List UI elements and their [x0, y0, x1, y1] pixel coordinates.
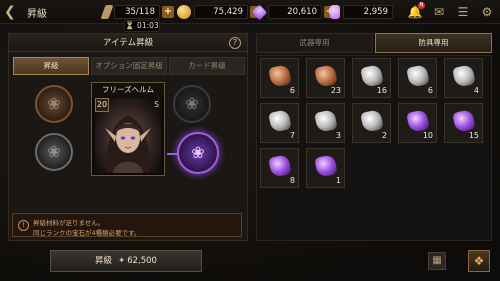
timer-value: 01:03 [137, 21, 159, 30]
gem-resource: 20,610 + [251, 4, 336, 20]
back-arrow-icon[interactable]: ❮ [4, 4, 22, 20]
help-icon[interactable]: ? [229, 37, 241, 49]
gem-value: 20,610 [268, 5, 322, 19]
top-icons: 🔔 N ✉ ☰ ⚙ [406, 2, 496, 21]
material-slot-3[interactable]: ❀ [173, 85, 211, 123]
tab-weapon-only[interactable]: 武器専用 [256, 33, 373, 53]
material-item[interactable]: 7 [260, 103, 299, 143]
material-slot-1[interactable]: ❀ [35, 85, 73, 123]
upgrade-screen: ❮ 昇級 35/118 + 75,429 + 20,610 + 2,959 🔔N… [0, 0, 500, 281]
material-slot-2[interactable]: ❀ [35, 133, 73, 171]
timer: ⏳ 01:03 [124, 20, 160, 32]
item-quantity: 3 [335, 131, 341, 140]
tab-card-upgrade[interactable]: カード昇級 [169, 57, 245, 75]
upgrade-tabs: 昇級 オプション固定昇級 カード昇級 [13, 57, 245, 75]
notice-line-1: 昇級材料が足りません。 [33, 219, 105, 227]
item-quantity: 6 [427, 86, 433, 95]
silver-gem-icon [268, 109, 292, 133]
hero-level: 20 [95, 98, 109, 112]
item-quantity: 4 [473, 86, 479, 95]
material-item[interactable]: 8 [260, 148, 299, 188]
gold-resource: 75,429 + [177, 4, 262, 20]
silver-gem-icon [452, 64, 476, 88]
item-quantity: 2 [381, 131, 387, 140]
page-title: 昇級 [27, 9, 47, 20]
silver-coin-icon: ✦ [118, 256, 126, 266]
item-quantity: 16 [376, 86, 387, 95]
inventory-bag-button[interactable]: ❖ [468, 250, 490, 272]
material-item[interactable]: 1 [306, 148, 345, 188]
material-type-tabs: 武器専用 防具専用 [256, 33, 492, 53]
mail-icon[interactable]: ✉ [430, 3, 448, 21]
gold-coin-icon [177, 5, 191, 19]
notification-badge: N [418, 2, 425, 9]
material-item[interactable]: 15 [444, 103, 483, 143]
purple-gem-icon [452, 109, 476, 133]
purple-gem-icon [314, 154, 338, 178]
item-quantity: 1 [335, 176, 341, 185]
silver-gem-icon [406, 64, 430, 88]
material-item[interactable]: 4 [444, 58, 483, 98]
purple-rune-icon: ❀ [191, 143, 205, 162]
silver-gem-icon [314, 109, 338, 133]
hero-grade: S [154, 100, 159, 109]
upgrade-cost: 62,500 [127, 256, 157, 266]
crystal-value: 2,959 [343, 5, 393, 19]
silver-gem-icon [360, 64, 384, 88]
upgrade-button[interactable]: 昇級 ✦ 62,500 [50, 250, 202, 272]
add-stamina-button[interactable]: + [162, 6, 174, 18]
panel-title: アイテム昇級 [9, 34, 247, 52]
gem-icon [251, 4, 268, 20]
rune-icon: ❀ [47, 142, 61, 161]
item-quantity: 23 [330, 86, 341, 95]
warning-icon: ! [18, 220, 29, 231]
purple-gem-icon [268, 154, 292, 178]
material-item[interactable]: 6 [260, 58, 299, 98]
tab-upgrade[interactable]: 昇級 [13, 57, 89, 75]
material-item[interactable]: 16 [352, 58, 391, 98]
hero-name: フリーズヘルム [92, 83, 164, 97]
upgrade-panel: アイテム昇級 ? 昇級 オプション固定昇級 カード昇級 ❀ ❀ ❀ ❀ フリーズ… [8, 33, 248, 241]
top-bar: ❮ 昇級 35/118 + 75,429 + 20,610 + 2,959 🔔N… [0, 0, 500, 24]
item-quantity: 10 [422, 131, 433, 140]
rune-icon: ❀ [47, 94, 61, 113]
arrow-indicator [167, 153, 177, 155]
result-slot[interactable]: ❀ [177, 132, 219, 174]
hero-card[interactable]: フリーズヘルム 20 S [91, 82, 165, 176]
item-quantity: 15 [468, 131, 479, 140]
rune-icon: ❀ [185, 94, 199, 113]
crystal-icon [330, 5, 340, 19]
notice-line-2: 同じランクの宝石が4種類必要です。 [33, 229, 141, 237]
gold-value: 75,429 [194, 5, 248, 19]
material-item[interactable]: 23 [306, 58, 345, 98]
tab-armor-only[interactable]: 防具専用 [375, 33, 492, 53]
material-item[interactable]: 10 [398, 103, 437, 143]
bell-icon[interactable]: 🔔 N [406, 2, 425, 21]
stamina-resource: 35/118 + [100, 4, 174, 20]
bronze-gem-icon [314, 64, 338, 88]
item-quantity: 7 [289, 131, 295, 140]
chat-icon[interactable]: ☰ [454, 3, 472, 21]
item-quantity: 6 [289, 86, 295, 95]
material-item[interactable]: 6 [398, 58, 437, 98]
tab-option-fixed-upgrade[interactable]: オプション固定昇級 [91, 57, 167, 75]
stamina-icon [100, 5, 114, 19]
grid-view-button[interactable]: ▦ [428, 252, 446, 270]
crystal-resource: 2,959 [330, 4, 393, 20]
upgrade-button-label: 昇級 [95, 256, 113, 266]
stamina-value: 35/118 [114, 5, 160, 19]
material-item[interactable]: 2 [352, 103, 391, 143]
material-item[interactable]: 3 [306, 103, 345, 143]
bronze-gem-icon [268, 64, 292, 88]
item-quantity: 8 [289, 176, 295, 185]
silver-gem-icon [360, 109, 384, 133]
gear-icon[interactable]: ⚙ [478, 3, 496, 21]
notice-box: ! 昇級材料が足りません。 同じランクの宝石が4種類必要です。 [12, 213, 242, 237]
purple-gem-icon [406, 109, 430, 133]
